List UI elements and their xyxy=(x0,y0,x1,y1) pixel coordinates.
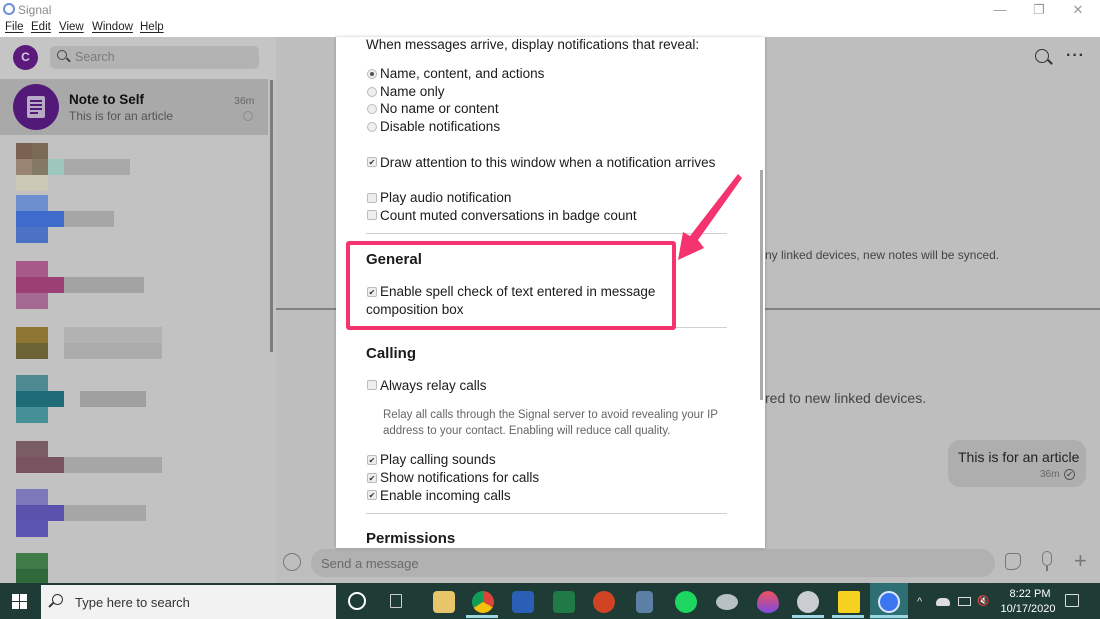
linked-devices-info-text: red to new linked devices. xyxy=(765,390,927,406)
checkbox-label: Always relay calls xyxy=(380,378,487,393)
calculator-icon[interactable] xyxy=(636,591,653,613)
taskbar-search-placeholder: Type here to search xyxy=(75,595,190,610)
radio-no-name-content[interactable] xyxy=(367,104,377,114)
title-bar xyxy=(0,0,1100,20)
checkbox-show-call-notifications[interactable]: ✔ xyxy=(367,473,377,483)
microphone-stand xyxy=(1046,566,1048,571)
signal-taskbar-icon xyxy=(878,591,900,613)
profile-avatar[interactable]: C xyxy=(13,45,38,70)
file-explorer-icon[interactable] xyxy=(433,591,455,613)
calling-heading: Calling xyxy=(366,345,417,362)
checkbox-play-calling-sounds[interactable]: ✔ xyxy=(367,455,377,465)
taskbar-search-icon xyxy=(52,594,63,605)
minimize-button[interactable]: — xyxy=(983,0,1017,20)
message-time: 36m xyxy=(1040,469,1060,480)
taskbar-time[interactable]: 8:22 PM xyxy=(1005,588,1055,600)
word-icon[interactable] xyxy=(512,591,534,613)
relay-description-line2: address to your contact. Enabling will r… xyxy=(383,425,671,437)
permissions-heading: Permissions xyxy=(366,530,456,547)
note-document-icon xyxy=(27,96,45,118)
windows-start-icon[interactable] xyxy=(12,594,28,610)
annotation-highlight-box xyxy=(346,241,676,330)
emoji-icon[interactable] xyxy=(283,553,301,571)
radio-label: Disable notifications xyxy=(380,119,501,134)
search-icon xyxy=(57,50,67,60)
checkbox-enable-incoming-calls[interactable]: ✔ xyxy=(367,490,377,500)
menu-file[interactable]: File xyxy=(5,21,24,33)
signal-logo-icon xyxy=(3,3,15,15)
taskbar-date[interactable]: 10/17/2020 xyxy=(998,603,1058,615)
restore-button[interactable]: ❐ xyxy=(1022,0,1056,20)
microphone-icon[interactable] xyxy=(1042,551,1052,566)
onedrive-icon[interactable] xyxy=(936,598,950,606)
delivery-status-icon xyxy=(243,111,253,121)
task-view-icon[interactable] xyxy=(390,594,402,608)
message-text: This is for an article xyxy=(958,449,1080,465)
menu-help[interactable]: Help xyxy=(140,21,164,33)
paint-3d-icon[interactable] xyxy=(757,591,779,613)
generic-app-icon[interactable] xyxy=(716,594,738,610)
checkbox-label: Play audio notification xyxy=(380,190,512,205)
settings-scrollbar[interactable] xyxy=(760,170,763,400)
paint-running-indicator xyxy=(792,615,824,618)
checkbox-label: Draw attention to this window when a not… xyxy=(380,155,716,170)
conversation-search-icon[interactable] xyxy=(1035,49,1049,63)
checkbox-count-muted[interactable] xyxy=(367,210,377,220)
battery-icon[interactable] xyxy=(958,597,971,606)
notification-intro: When messages arrive, display notificati… xyxy=(366,37,700,52)
menu-view[interactable]: View xyxy=(59,21,84,33)
radio-disable-notifications[interactable] xyxy=(367,122,377,132)
signal-running-indicator xyxy=(870,615,908,618)
powerpoint-icon[interactable] xyxy=(593,591,615,613)
radio-label: Name, content, and actions xyxy=(380,66,545,81)
chrome-running-indicator xyxy=(466,615,498,618)
radio-label: Name only xyxy=(380,84,445,99)
sticky-notes-running-indicator xyxy=(832,615,864,618)
menu-window[interactable]: Window xyxy=(92,21,133,33)
checkbox-label: Show notifications for calls xyxy=(380,470,540,485)
action-center-icon[interactable] xyxy=(1065,594,1079,607)
checkbox-always-relay[interactable] xyxy=(367,380,377,390)
checkbox-label: Enable incoming calls xyxy=(380,488,511,503)
menu-bar xyxy=(0,20,1100,37)
relay-description-line1: Relay all calls through the Signal serve… xyxy=(383,409,718,421)
sent-check-icon: ✔ xyxy=(1064,469,1075,480)
checkbox-play-audio[interactable] xyxy=(367,193,377,203)
radio-name-only[interactable] xyxy=(367,87,377,97)
attach-plus-icon[interactable]: + xyxy=(1074,550,1087,572)
section-divider xyxy=(366,513,727,514)
excel-icon[interactable] xyxy=(553,591,575,613)
annotation-arrow-icon xyxy=(678,174,742,260)
radio-name-content-actions[interactable] xyxy=(367,69,377,79)
chrome-icon[interactable] xyxy=(472,591,494,613)
conversation-time: 36m xyxy=(234,95,255,107)
sticker-icon[interactable] xyxy=(1005,553,1021,570)
search-placeholder: Search xyxy=(75,50,115,64)
paint-icon[interactable] xyxy=(797,591,819,613)
tray-chevron-icon[interactable]: ^ xyxy=(917,596,922,608)
message-input-placeholder: Send a message xyxy=(321,556,419,571)
close-button[interactable]: ✕ xyxy=(1061,0,1095,20)
checkbox-label: Play calling sounds xyxy=(380,452,496,467)
sidebar-scrollbar[interactable] xyxy=(270,80,273,352)
volume-muted-icon[interactable]: 🔇 xyxy=(977,596,989,607)
spotify-icon[interactable] xyxy=(675,591,697,613)
conversation-title: Note to Self xyxy=(69,92,145,107)
checkbox-label: Count muted conversations in badge count xyxy=(380,208,637,223)
blurred-conversation-list xyxy=(0,143,270,585)
sticky-notes-icon[interactable] xyxy=(838,591,860,613)
menu-edit[interactable]: Edit xyxy=(31,21,51,33)
cortana-icon[interactable] xyxy=(348,592,366,610)
note-to-self-info-text: ny linked devices, new notes will be syn… xyxy=(765,248,1000,262)
radio-label: No name or content xyxy=(380,101,499,116)
conversation-preview: This is for an article xyxy=(69,109,174,123)
app-title: Signal xyxy=(18,3,52,17)
more-options-icon[interactable]: ··· xyxy=(1066,47,1085,65)
checkbox-draw-attention[interactable]: ✔ xyxy=(367,157,377,167)
